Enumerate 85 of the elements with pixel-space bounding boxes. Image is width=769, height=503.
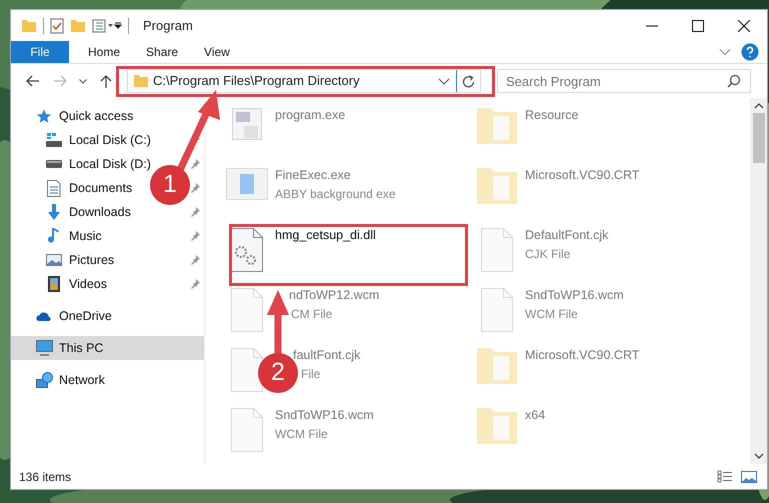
search-field[interactable]: Search Program (497, 69, 751, 93)
file-icon (481, 288, 513, 332)
file-type: WCM File (525, 306, 578, 323)
file-name[interactable]: DefaultFont.cjk (525, 226, 608, 245)
customize-arrow-icon[interactable] (114, 22, 122, 30)
folder-icon (477, 108, 517, 144)
scrollbar-thumb[interactable] (752, 113, 764, 163)
file-type: ABBY background exe (275, 186, 396, 203)
folder-icon (133, 74, 149, 88)
scroll-up-icon[interactable] (754, 103, 764, 109)
file-name[interactable]: Microsoft.VC90.CRT (525, 166, 640, 185)
sidebar-item[interactable]: Documents (45, 178, 132, 198)
sidebar-item[interactable]: Downloads (45, 202, 131, 222)
drive-icon (46, 133, 62, 147)
cloud-icon (36, 311, 52, 321)
close-icon[interactable] (738, 20, 750, 32)
up-icon[interactable] (100, 74, 112, 88)
recent-locations-icon[interactable] (79, 78, 87, 84)
maximize-icon[interactable] (692, 20, 704, 32)
sidebar-item[interactable]: Music (45, 226, 102, 246)
sidebar-item[interactable]: OneDrive (35, 306, 112, 326)
file-name[interactable]: SndToWP16.wcm (275, 406, 374, 425)
file-type: File (301, 366, 320, 383)
scroll-down-icon[interactable] (754, 453, 764, 459)
file-icon (231, 348, 263, 392)
item-count: 136 items (19, 468, 72, 486)
monitor-icon (36, 340, 52, 356)
sidebar-item[interactable]: Local Disk (D:) (45, 154, 151, 174)
properties-icon[interactable] (92, 18, 114, 32)
picture-icon (46, 254, 62, 266)
sidebar-item[interactable]: Network (35, 370, 105, 390)
network-icon (36, 372, 52, 388)
ribbon-tab[interactable]: Home (75, 41, 134, 63)
folder-icon (477, 348, 517, 384)
folder-icon (477, 408, 517, 444)
pin-icon[interactable] (190, 279, 200, 289)
ribbon-tab[interactable]: View (191, 41, 243, 63)
file-name[interactable]: Microsoft.VC90.CRT (525, 346, 640, 365)
details-view-icon[interactable] (717, 470, 733, 483)
gear-file-icon (231, 228, 263, 272)
file-icon (231, 408, 263, 452)
folder-icon (477, 168, 517, 204)
file-name[interactable]: hmg_cetsup_di.dll (275, 226, 376, 245)
window-title: Program (143, 16, 193, 35)
sidebar-item[interactable]: Videos (45, 274, 107, 294)
music-note-icon (48, 228, 60, 244)
file-type: CJK File (525, 246, 570, 263)
file-name[interactable]: program.exe (275, 106, 346, 125)
pin-icon[interactable] (190, 231, 200, 241)
window-icon (226, 168, 268, 200)
download-icon (47, 204, 61, 220)
back-icon[interactable] (26, 75, 38, 87)
scrollbar[interactable] (750, 98, 767, 464)
file-icon (481, 228, 513, 272)
file-name[interactable]: x64 (525, 406, 546, 425)
large-icons-view-icon[interactable] (741, 470, 757, 482)
address-dropdown-icon[interactable] (438, 78, 450, 84)
file-type: WCM File (275, 426, 328, 443)
arrow (267, 290, 289, 354)
file-type: CM File (291, 306, 332, 323)
file-name[interactable]: FineExec.exe (275, 166, 351, 185)
pin-icon[interactable] (190, 207, 200, 217)
file-name[interactable]: ndToWP12.wcm (289, 286, 380, 305)
checklist-icon[interactable] (50, 18, 64, 34)
star-icon (36, 108, 52, 124)
pin-icon[interactable] (190, 159, 200, 169)
film-icon (48, 276, 60, 292)
sidebar-item[interactable]: Pictures (45, 250, 114, 270)
sidebar-item[interactable]: Quick access (35, 106, 134, 126)
search-icon[interactable] (727, 74, 741, 88)
sidebar-item[interactable]: Local Disk (C:) (45, 130, 151, 150)
ribbon-tab[interactable]: Share (133, 41, 192, 63)
refresh-icon[interactable] (462, 74, 475, 88)
file-name[interactable]: Resource (525, 106, 578, 125)
pin-icon[interactable] (190, 255, 200, 265)
drive-icon (46, 160, 62, 168)
expand-ribbon-icon[interactable] (719, 49, 731, 55)
ribbon-tab[interactable]: File (11, 41, 69, 63)
document-icon (47, 180, 61, 196)
help-icon[interactable] (741, 43, 759, 61)
pin-icon[interactable] (190, 183, 200, 193)
application-icon (232, 108, 262, 140)
file-name[interactable]: SndToWP16.wcm (525, 286, 624, 305)
file-icon (231, 288, 263, 332)
sidebar-item[interactable]: This PC (35, 338, 104, 358)
